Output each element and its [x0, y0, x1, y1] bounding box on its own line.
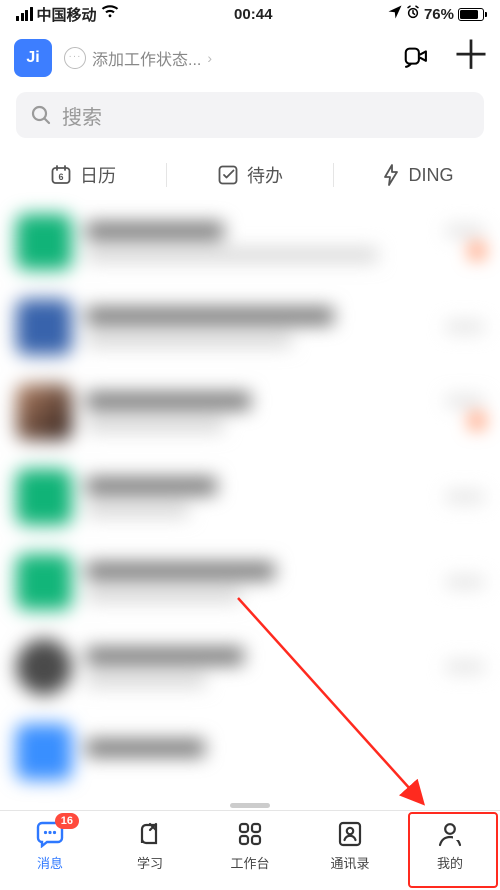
search-placeholder: 搜索 [62, 101, 102, 130]
alarm-icon [406, 5, 420, 23]
nav-study[interactable]: 学习 [100, 819, 200, 890]
calendar-icon: 6 [50, 164, 72, 186]
plus-icon: ＋ [451, 36, 491, 76]
battery-pct: 76% [424, 6, 454, 23]
chat-item[interactable] [0, 455, 500, 540]
add-button[interactable]: ＋ [456, 43, 486, 73]
svg-text:6: 6 [58, 172, 63, 182]
wifi-icon [101, 5, 119, 23]
quick-calendar[interactable]: 6 日历 [0, 162, 166, 188]
workbench-icon [235, 820, 265, 848]
ding-icon [381, 164, 401, 186]
nav-mine[interactable]: 我的 [400, 819, 500, 890]
chat-list [0, 200, 500, 795]
quick-actions: 6 日历 待办 DING [0, 150, 500, 200]
nav-contacts[interactable]: 通讯录 [300, 819, 400, 890]
app-header: Ji ··· 添加工作状态... › ＋ [0, 28, 500, 88]
todo-icon [217, 164, 239, 186]
quick-todo-label: 待办 [247, 162, 283, 188]
work-status-button[interactable]: ··· 添加工作状态... › [64, 46, 390, 70]
signal-icon [16, 7, 33, 21]
chat-item[interactable] [0, 710, 500, 795]
nav-label: 消息 [37, 853, 63, 872]
carrier-label: 中国移动 [37, 4, 97, 25]
battery-icon [458, 8, 484, 21]
quick-ding[interactable]: DING [334, 164, 500, 186]
nav-label: 学习 [137, 853, 163, 872]
drag-handle-icon [230, 803, 270, 808]
search-icon [30, 104, 52, 126]
video-call-button[interactable] [402, 43, 432, 73]
location-icon [388, 5, 402, 23]
chat-item[interactable] [0, 540, 500, 625]
chat-item[interactable] [0, 285, 500, 370]
search-input[interactable]: 搜索 [16, 92, 484, 138]
status-right: 76% [388, 5, 484, 23]
status-time: 00:44 [234, 6, 272, 23]
avatar[interactable]: Ji [14, 39, 52, 77]
quick-ding-label: DING [409, 165, 454, 186]
study-icon [135, 820, 165, 848]
nav-label: 通讯录 [330, 853, 369, 872]
bottom-nav: 16 消息 学习 工作台 [0, 810, 500, 890]
chat-item[interactable] [0, 370, 500, 455]
nav-label: 我的 [437, 853, 463, 872]
status-bar: 中国移动 00:44 76% [0, 0, 500, 28]
nav-label: 工作台 [230, 853, 269, 872]
nav-messages[interactable]: 16 消息 [0, 819, 100, 890]
profile-icon [435, 820, 465, 848]
chat-item[interactable] [0, 200, 500, 285]
speech-bubble-icon: ··· [64, 47, 86, 69]
status-left: 中国移动 [16, 4, 119, 25]
chat-item[interactable] [0, 625, 500, 710]
quick-calendar-label: 日历 [80, 162, 116, 188]
quick-todo[interactable]: 待办 [167, 162, 333, 188]
messages-badge: 16 [55, 813, 79, 829]
chevron-right-icon: › [207, 50, 212, 66]
contacts-icon [335, 820, 365, 848]
nav-workbench[interactable]: 工作台 [200, 819, 300, 890]
work-status-label: 添加工作状态... [92, 46, 201, 70]
